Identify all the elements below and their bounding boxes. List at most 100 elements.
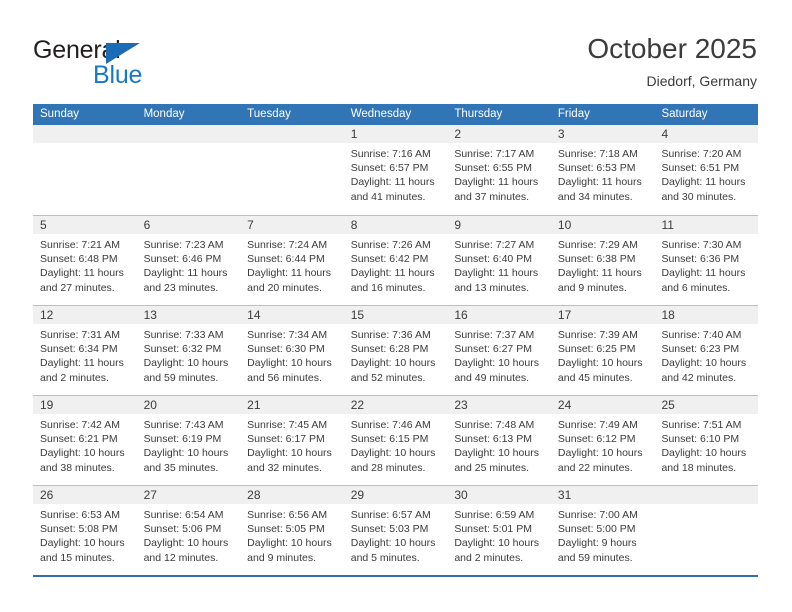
- calendar-day-cell[interactable]: 12 Sunrise: 7:31 AM Sunset: 6:34 PM Dayligh…: [33, 306, 137, 395]
- sunrise-text: Sunrise: 7:31 AM: [40, 329, 120, 341]
- calendar-day-cell[interactable]: 5 Sunrise: 7:21 AM Sunset: 6:48 PM Daylight…: [33, 216, 137, 305]
- sunset-text: Sunset: 6:55 PM: [454, 162, 532, 175]
- day-number-band: 4: [654, 125, 759, 143]
- calendar-day-cell[interactable]: 11 Sunrise: 7:30 AM Sunset: 6:36 PM Dayligh…: [654, 216, 759, 305]
- sunrise-text: Sunrise: 6:56 AM: [247, 509, 328, 521]
- calendar-day-cell[interactable]: 16 Sunrise: 7:37 AM Sunset: 6:27 PM Dayligh…: [447, 306, 551, 395]
- day-sun-info: Sunrise: 6:53 AM Sunset: 5:08 PM Daylight:…: [33, 504, 137, 565]
- day-number-band: 23: [447, 396, 551, 414]
- day-number-band: [136, 125, 241, 143]
- day-sun-info: Sunrise: 7:00 AM Sunset: 5:00 PM Daylight:…: [551, 504, 655, 565]
- day-number: 12: [40, 308, 54, 322]
- calendar-day-cell[interactable]: 23 Sunrise: 7:48 AM Sunset: 6:13 PM Dayligh…: [447, 396, 551, 485]
- daylight-text-line2: and 49 minutes.: [454, 371, 530, 384]
- sunset-text: Sunset: 6:40 PM: [454, 253, 532, 266]
- day-number-band: 19: [33, 396, 137, 414]
- day-number-band: 31: [550, 486, 655, 504]
- calendar-day-cell[interactable]: 19 Sunrise: 7:42 AM Sunset: 6:21 PM Dayligh…: [33, 396, 137, 485]
- daylight-text-line1: Daylight: 10 hours: [40, 537, 125, 550]
- day-sun-info: Sunrise: 7:33 AM Sunset: 6:32 PM Daylight:…: [137, 324, 241, 385]
- page-title: October 2025: [587, 33, 757, 64]
- calendar-page: General Blue October 2025 Diedorf, Germa…: [0, 0, 792, 612]
- daylight-text-line2: and 9 minutes.: [557, 281, 627, 294]
- calendar-day-cell[interactable]: 28 Sunrise: 6:56 AM Sunset: 5:05 PM Dayligh…: [240, 486, 344, 575]
- sunset-text: Sunset: 5:01 PM: [454, 523, 532, 536]
- daylight-text-line2: and 22 minutes.: [557, 461, 633, 474]
- calendar-day-cell[interactable]: 29 Sunrise: 6:57 AM Sunset: 5:03 PM Dayligh…: [343, 486, 448, 575]
- day-number-band: 20: [136, 396, 241, 414]
- daylight-text-line2: and 32 minutes.: [247, 461, 322, 474]
- calendar-day-cell[interactable]: 13 Sunrise: 7:33 AM Sunset: 6:32 PM Dayligh…: [136, 306, 241, 395]
- calendar-day-cell[interactable]: 3 Sunrise: 7:18 AM Sunset: 6:53 PM Daylight…: [550, 125, 655, 215]
- calendar-day-cell[interactable]: 15 Sunrise: 7:36 AM Sunset: 6:28 PM Dayligh…: [343, 306, 448, 395]
- daylight-text-line2: and 13 minutes.: [454, 281, 530, 294]
- sunset-text: Sunset: 6:34 PM: [40, 343, 118, 356]
- sunrise-text: Sunrise: 7:40 AM: [661, 329, 742, 341]
- day-number: 11: [661, 218, 674, 232]
- calendar-day-cell[interactable]: 21 Sunrise: 7:45 AM Sunset: 6:17 PM Dayligh…: [240, 396, 344, 485]
- sunset-text: Sunset: 6:17 PM: [247, 433, 325, 446]
- calendar-day-cell[interactable]: 31 Sunrise: 7:00 AM Sunset: 5:00 PM Dayligh…: [550, 486, 655, 575]
- sunrise-text: Sunrise: 6:59 AM: [454, 509, 535, 521]
- daylight-text-line1: Daylight: 11 hours: [143, 267, 228, 280]
- title-block: October 2025 Diedorf, Germany: [587, 32, 757, 91]
- calendar-day-cell[interactable]: 30 Sunrise: 6:59 AM Sunset: 5:01 PM Dayligh…: [447, 486, 551, 575]
- calendar-day-cell[interactable]: 8 Sunrise: 7:26 AM Sunset: 6:42 PM Daylight…: [343, 216, 448, 305]
- sunset-text: Sunset: 6:28 PM: [350, 343, 429, 356]
- calendar-day-cell[interactable]: 10 Sunrise: 7:29 AM Sunset: 6:38 PM Dayligh…: [550, 216, 655, 305]
- daylight-text-line1: Daylight: 9 hours: [557, 537, 637, 550]
- calendar-day-cell[interactable]: 2 Sunrise: 7:17 AM Sunset: 6:55 PM Daylight…: [447, 125, 551, 215]
- calendar-day-cell[interactable]: 17 Sunrise: 7:39 AM Sunset: 6:25 PM Dayligh…: [550, 306, 655, 395]
- day-number-band: [654, 486, 759, 504]
- day-number-band: 7: [240, 216, 344, 234]
- calendar-day-cell[interactable]: 4 Sunrise: 7:20 AM Sunset: 6:51 PM Daylight…: [654, 125, 759, 215]
- general-blue-logo[interactable]: General Blue: [33, 36, 233, 92]
- calendar-day-cell[interactable]: 6 Sunrise: 7:23 AM Sunset: 6:46 PM Daylight…: [136, 216, 241, 305]
- daylight-text-line2: and 30 minutes.: [661, 190, 737, 203]
- sunrise-text: Sunrise: 6:53 AM: [40, 509, 120, 521]
- day-number-band: 8: [343, 216, 448, 234]
- daylight-text-line1: Daylight: 11 hours: [454, 176, 539, 189]
- sunset-text: Sunset: 6:51 PM: [661, 162, 740, 175]
- sunset-text: Sunset: 5:03 PM: [350, 523, 429, 536]
- daylight-text-line1: Daylight: 11 hours: [661, 267, 746, 280]
- sunrise-text: Sunrise: 7:18 AM: [557, 148, 638, 160]
- calendar-day-cell[interactable]: 9 Sunrise: 7:27 AM Sunset: 6:40 PM Daylight…: [447, 216, 551, 305]
- day-number-band: [33, 125, 137, 143]
- daylight-text-line1: Daylight: 11 hours: [350, 176, 435, 189]
- calendar-week-row: 19 Sunrise: 7:42 AM Sunset: 6:21 PM Dayligh…: [33, 395, 759, 485]
- day-number-band: 1: [343, 125, 448, 143]
- daylight-text-line1: Daylight: 11 hours: [557, 267, 642, 280]
- day-sun-info: Sunrise: 7:23 AM Sunset: 6:46 PM Daylight:…: [137, 234, 241, 295]
- day-sun-info: Sunrise: 7:51 AM Sunset: 6:10 PM Daylight:…: [654, 414, 758, 475]
- sunrise-text: Sunrise: 7:30 AM: [661, 239, 742, 251]
- calendar-day-cell[interactable]: 25 Sunrise: 7:51 AM Sunset: 6:10 PM Dayligh…: [654, 396, 759, 485]
- day-sun-info: Sunrise: 7:46 AM Sunset: 6:15 PM Daylight:…: [344, 414, 448, 475]
- day-sun-info: Sunrise: 7:45 AM Sunset: 6:17 PM Daylight:…: [240, 414, 344, 475]
- calendar-day-cell[interactable]: 14 Sunrise: 7:34 AM Sunset: 6:30 PM Dayligh…: [240, 306, 344, 395]
- sunrise-text: Sunrise: 7:46 AM: [350, 419, 431, 431]
- calendar-day-cell[interactable]: 24 Sunrise: 7:49 AM Sunset: 6:12 PM Dayligh…: [550, 396, 655, 485]
- calendar-day-cell[interactable]: 20 Sunrise: 7:43 AM Sunset: 6:19 PM Dayligh…: [136, 396, 241, 485]
- calendar-day-cell[interactable]: 22 Sunrise: 7:46 AM Sunset: 6:15 PM Dayligh…: [343, 396, 448, 485]
- daylight-text-line1: Daylight: 10 hours: [350, 357, 436, 370]
- weekday-header-saturday: Saturday: [661, 108, 708, 120]
- calendar-day-cell[interactable]: 18 Sunrise: 7:40 AM Sunset: 6:23 PM Dayligh…: [654, 306, 759, 395]
- day-sun-info: Sunrise: 7:31 AM Sunset: 6:34 PM Daylight:…: [33, 324, 137, 385]
- day-number-band: 27: [136, 486, 241, 504]
- daylight-text-line1: Daylight: 10 hours: [661, 447, 747, 460]
- calendar-day-cell[interactable]: 27 Sunrise: 6:54 AM Sunset: 5:06 PM Dayligh…: [136, 486, 241, 575]
- day-sun-info: Sunrise: 7:29 AM Sunset: 6:38 PM Daylight:…: [551, 234, 655, 295]
- calendar-day-cell[interactable]: 1 Sunrise: 7:16 AM Sunset: 6:57 PM Daylight…: [343, 125, 448, 215]
- calendar-day-cell[interactable]: 26 Sunrise: 6:53 AM Sunset: 5:08 PM Dayligh…: [33, 486, 137, 575]
- daylight-text-line2: and 9 minutes.: [247, 551, 317, 564]
- day-number-band: 24: [550, 396, 655, 414]
- sunset-text: Sunset: 5:06 PM: [143, 523, 222, 536]
- daylight-text-line2: and 5 minutes.: [350, 551, 420, 564]
- calendar-body: 1 Sunrise: 7:16 AM Sunset: 6:57 PM Daylight…: [33, 125, 759, 577]
- calendar-day-cell[interactable]: 7 Sunrise: 7:24 AM Sunset: 6:44 PM Daylight…: [240, 216, 344, 305]
- day-number-band: 12: [33, 306, 137, 324]
- weekday-header-monday: Monday: [143, 108, 185, 120]
- day-number-band: 28: [240, 486, 344, 504]
- day-sun-info: Sunrise: 7:42 AM Sunset: 6:21 PM Daylight:…: [33, 414, 137, 475]
